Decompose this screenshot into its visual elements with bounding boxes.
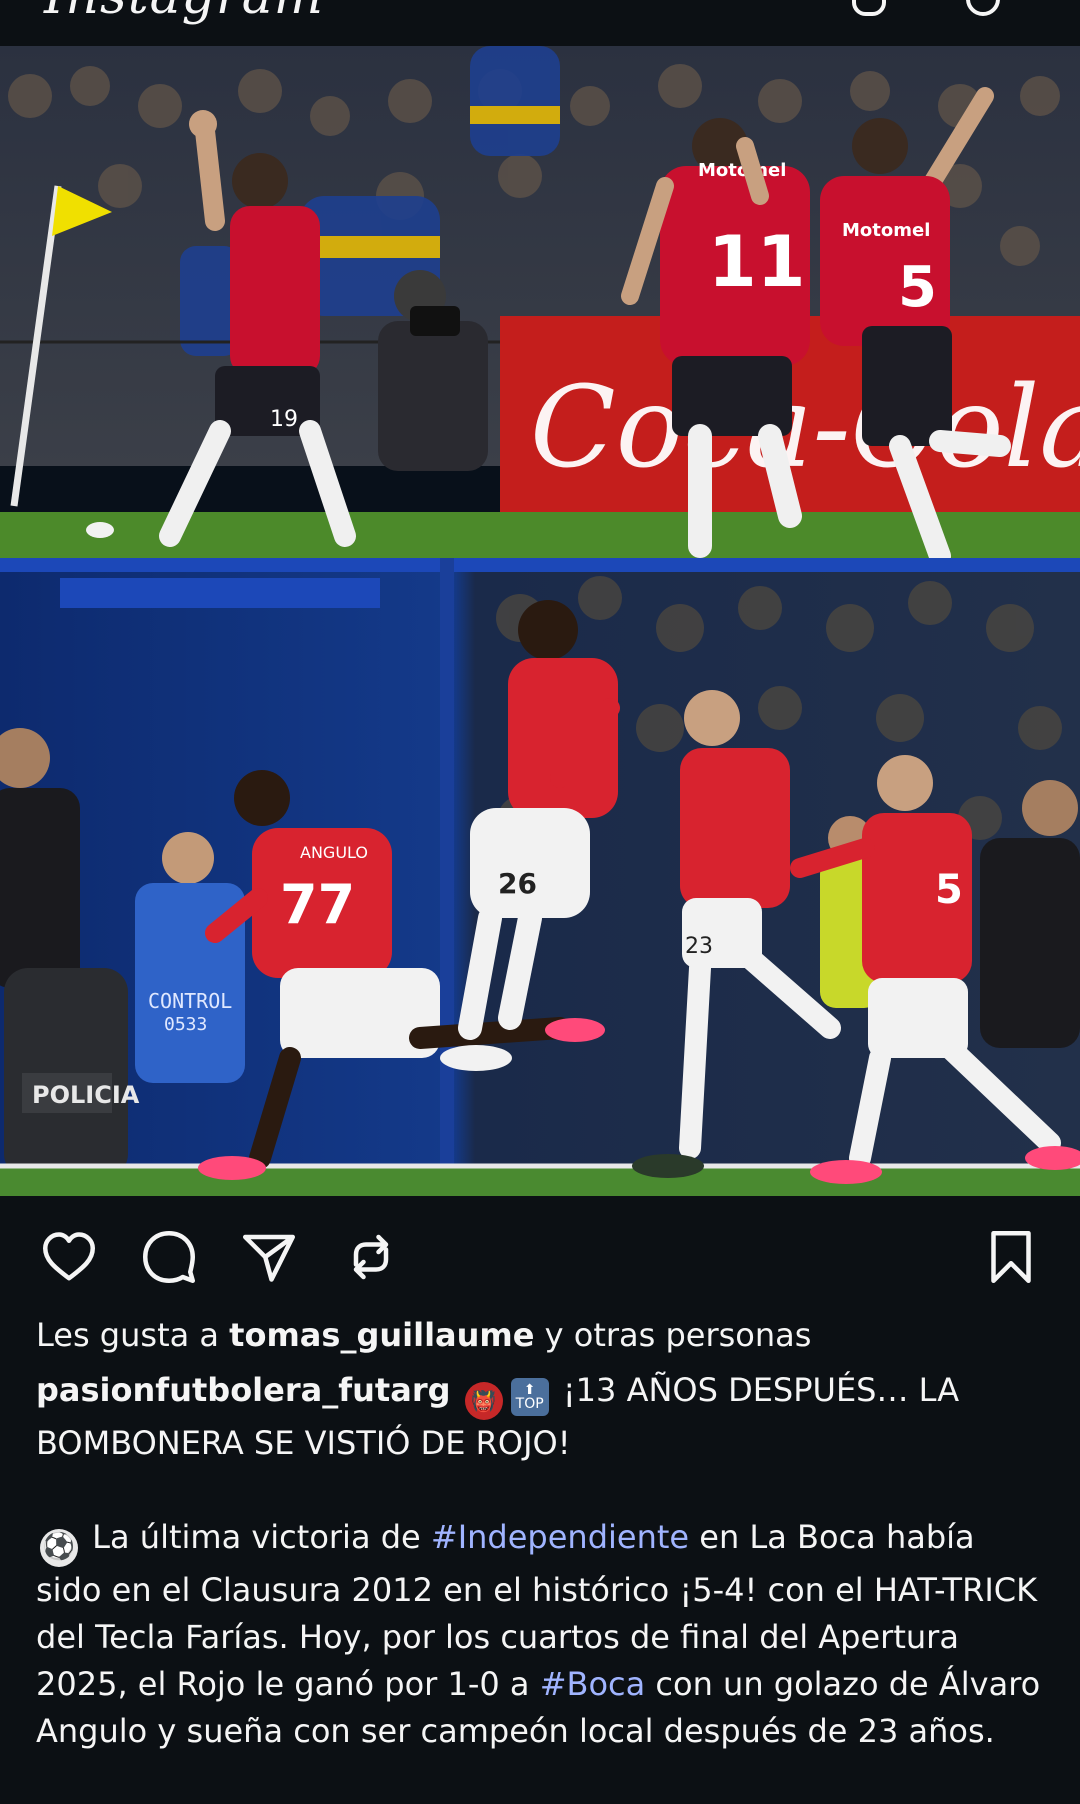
- post-actions: [0, 1196, 1080, 1312]
- likes-summary[interactable]: Les gusta a tomas_guillaume y otras pers…: [36, 1312, 1046, 1359]
- heart-icon[interactable]: [852, 0, 886, 16]
- top-app-bar: Instagram: [0, 0, 1080, 46]
- svg-text:77: 77: [280, 873, 355, 936]
- svg-text:5: 5: [898, 255, 937, 320]
- svg-text:ANGULO: ANGULO: [300, 843, 368, 862]
- banner-text: Coca-Cola: [530, 363, 1080, 493]
- bookmark-icon[interactable]: [980, 1226, 1042, 1288]
- svg-text:26: 26: [498, 867, 537, 900]
- devil-emoji-icon: 👹: [464, 1382, 503, 1420]
- svg-text:CONTROL: CONTROL: [148, 989, 232, 1013]
- svg-text:5: 5: [935, 867, 963, 913]
- heart-icon[interactable]: [38, 1226, 100, 1288]
- soccer-ball-emoji-icon: ⚽: [40, 1529, 78, 1567]
- police-shield-text: POLICIA: [32, 1081, 140, 1109]
- svg-text:23: 23: [685, 934, 713, 959]
- svg-text:0533: 0533: [164, 1014, 207, 1035]
- hashtag-independiente[interactable]: #Independiente: [431, 1518, 689, 1556]
- messenger-icon[interactable]: [966, 0, 1000, 16]
- post-media[interactable]: Coca-Cola 19 Motomel 11 Motomel 5 POLICI…: [0, 46, 1080, 1196]
- photo-celebration-2025: POLICIA CONTROL 0533 77 ANGULO 26 23 5: [0, 558, 1080, 1196]
- liked-by-username[interactable]: tomas_guillaume: [229, 1316, 534, 1354]
- svg-text:Motomel: Motomel: [842, 220, 930, 241]
- svg-text:11: 11: [708, 221, 805, 303]
- repost-icon[interactable]: [340, 1226, 402, 1288]
- send-icon[interactable]: [238, 1226, 300, 1288]
- caption-body: ⚽ La última victoria de #Independiente e…: [36, 1518, 1041, 1750]
- photo-celebration-2012: Coca-Cola 19 Motomel 11 Motomel 5: [0, 46, 1080, 558]
- instagram-logo[interactable]: Instagram: [44, 0, 324, 26]
- caption-headline: pasionfutbolera_futarg 👹 ⬆ TOP ¡13 AÑOS DE…: [36, 1371, 960, 1462]
- top-emoji-icon: ⬆ TOP: [510, 1378, 549, 1416]
- hashtag-boca[interactable]: #Boca: [540, 1665, 646, 1703]
- comment-icon[interactable]: [138, 1226, 200, 1288]
- caption-username[interactable]: pasionfutbolera_futarg: [36, 1371, 451, 1409]
- post-caption: Les gusta a tomas_guillaume y otras pers…: [36, 1312, 1046, 1755]
- svg-text:19: 19: [270, 407, 298, 432]
